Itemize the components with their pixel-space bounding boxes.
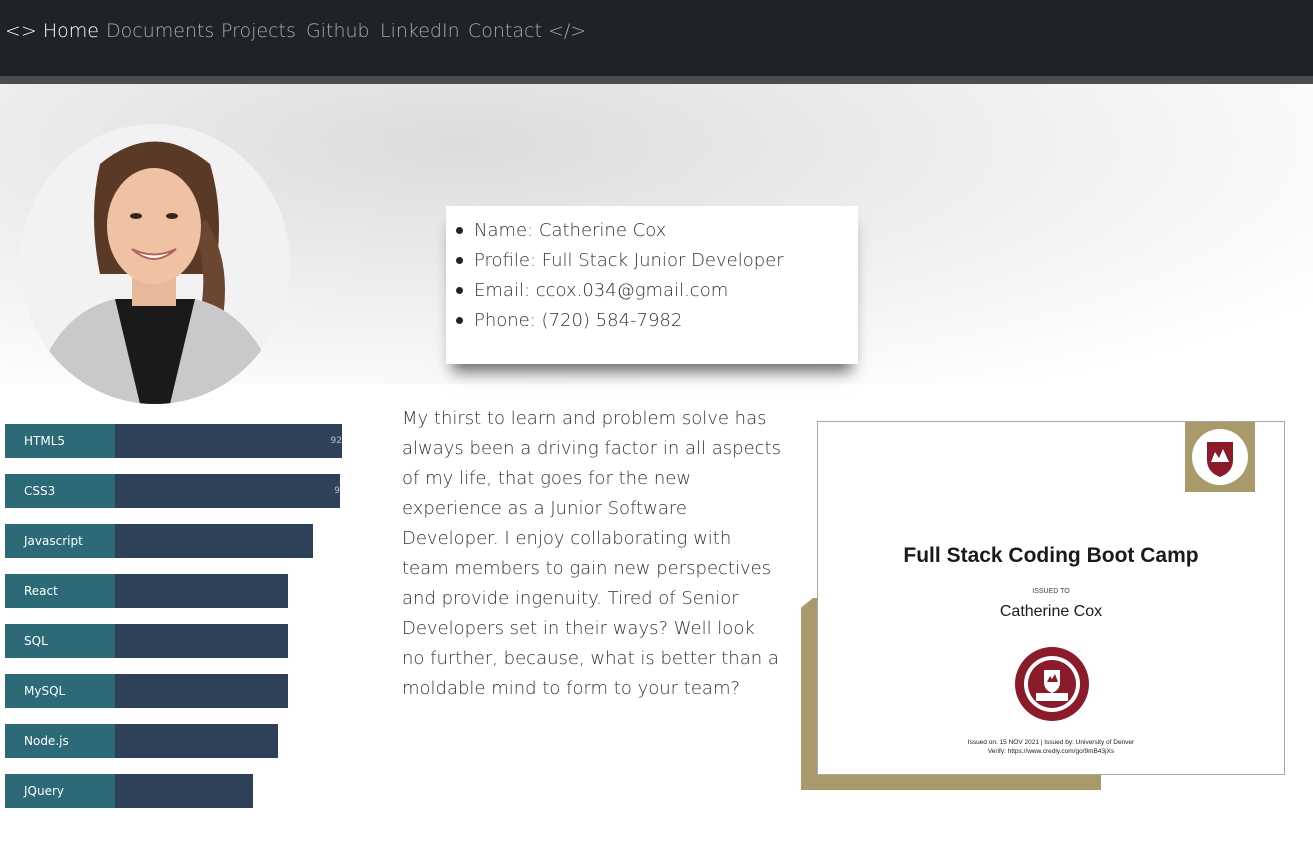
skill-label: React [5,574,115,608]
profile-phone-item: Phone: (720) 584-7982 [456,306,784,336]
nav-github-link[interactable]: Github [306,20,370,42]
skill-label: HTML5 [5,424,115,458]
nav-home-link[interactable]: <> Home [5,20,99,42]
navbar: <> Home Documents Projects Github Linked… [0,0,1313,84]
profile-role: Profile: Full Stack Junior Developer [474,250,784,271]
certificate[interactable]: Full Stack Coding Boot Camp ISSUED TO Ca… [817,421,1285,775]
skill-label: JQuery [5,774,115,808]
skill-progress-bar [115,674,288,708]
certificate-title: Full Stack Coding Boot Camp [903,544,1199,567]
nav-documents-link[interactable]: Documents [106,20,214,42]
bullet-icon [456,317,463,324]
certificate-badge [1014,646,1090,722]
skill-progress-bar [115,724,278,758]
profile-info-card: Name: Catherine Cox Profile: Full Stack … [446,206,858,364]
profile-role-item: Profile: Full Stack Junior Developer [456,246,784,276]
boot-camp-badge-icon [1015,647,1089,721]
bullet-icon [456,227,463,234]
certificate-recipient: Catherine Cox [999,603,1103,620]
skill-label: Javascript [5,524,115,558]
profile-name-item: Name: Catherine Cox [456,216,784,246]
avatar [20,124,290,404]
skill-label: MySQL [5,674,115,708]
skill-percent: 92 [330,436,342,446]
skill-progress-bar: 9 [115,474,340,508]
certificate-issue-details: Issued on: 15 NOV 2021 | Issued by: Univ… [967,739,1135,746]
skill-label: Node.js [5,724,115,758]
skill-progress-bar [115,574,288,608]
nav-linkedin-link[interactable]: LinkedIn [380,20,460,42]
profile-info-list: Name: Catherine Cox Profile: Full Stack … [456,216,784,336]
certificate-issued-to-label: ISSUED TO [1032,588,1070,595]
profile-email-item: Email: ccox.034@gmail.com [456,276,784,306]
profile-photo [20,124,290,404]
profile-email[interactable]: Email: ccox.034@gmail.com [474,280,728,301]
certificate-footer: Issued on: 15 NOV 2021 | Issued by: Univ… [818,738,1284,756]
about-paragraph: My thirst to learn and problem solve has… [402,408,781,699]
skill-percent: 9 [334,486,340,496]
university-logo [1185,422,1255,492]
bullet-icon [456,287,463,294]
skill-progress-bar [115,524,313,558]
skill-progress-bar [115,774,253,808]
nav-projects-link[interactable]: Projects [221,20,296,42]
profile-name: Name: Catherine Cox [474,220,667,241]
profile-phone: Phone: (720) 584-7982 [474,310,683,331]
skill-progress-bar [115,624,288,658]
skill-label: SQL [5,624,115,658]
du-shield-icon [1192,429,1248,485]
bullet-icon [456,257,463,264]
skill-label: CSS3 [5,474,115,508]
certificate-verify-link[interactable]: Verify: https://www.credly.com/go/9mB43j… [818,747,1284,756]
nav-contact-link[interactable]: Contact </> [468,20,586,42]
skill-progress-bar: 92 [115,424,342,458]
